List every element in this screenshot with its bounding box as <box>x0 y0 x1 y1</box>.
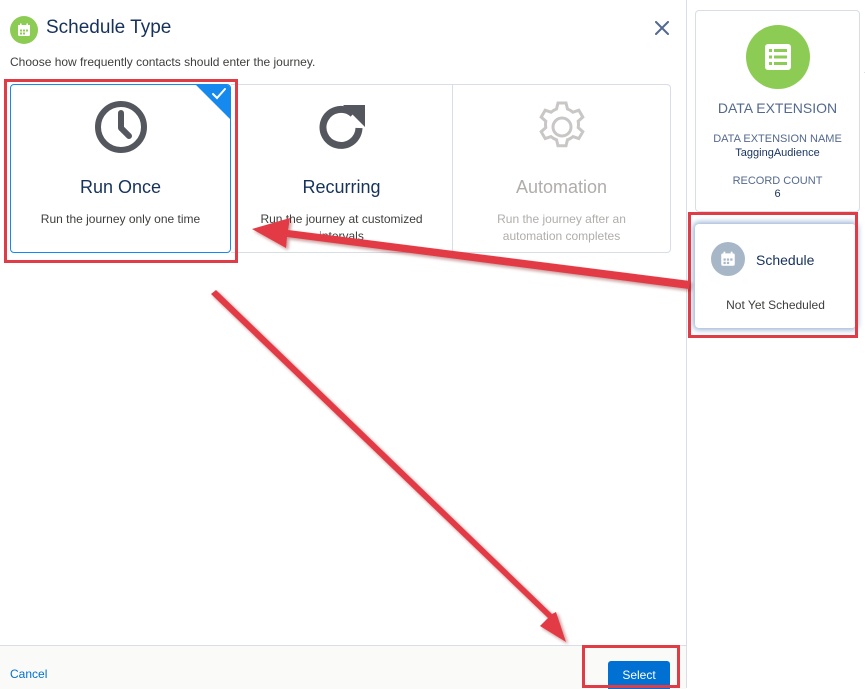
data-extension-card[interactable]: DATA EXTENSION DATA EXTENSION NAME Taggi… <box>695 10 860 212</box>
highlight-schedule-card <box>688 212 858 338</box>
journey-canvas: DATA EXTENSION DATA EXTENSION NAME Taggi… <box>687 0 865 688</box>
option-automation[interactable]: Automation Run the journey after an auto… <box>452 84 671 253</box>
record-count-label: RECORD COUNT <box>732 175 823 187</box>
modal-subtitle: Choose how frequently contacts should en… <box>10 55 316 69</box>
option-description: Run the journey at customized intervals <box>260 212 423 243</box>
data-extension-title: DATA EXTENSION <box>717 100 838 116</box>
record-count-value: 6 <box>774 188 781 200</box>
cancel-button[interactable]: Cancel <box>10 667 47 681</box>
option-name: Automation <box>515 177 608 197</box>
highlight-run-once <box>4 79 238 263</box>
data-extension-name-value: TaggingAudience <box>735 147 820 159</box>
gear-icon <box>453 99 670 159</box>
refresh-icon <box>231 99 452 159</box>
option-name: Recurring <box>302 177 381 197</box>
option-recurring[interactable]: Recurring Run the journey at customized … <box>231 84 452 253</box>
list-icon <box>746 25 810 89</box>
highlight-select-button <box>582 645 680 688</box>
option-description: Run the journey after an automation comp… <box>497 212 626 243</box>
calendar-icon <box>10 16 38 44</box>
close-icon[interactable] <box>650 16 674 40</box>
modal-title: Schedule Type <box>46 17 172 38</box>
data-extension-name-label: DATA EXTENSION NAME <box>713 133 842 145</box>
